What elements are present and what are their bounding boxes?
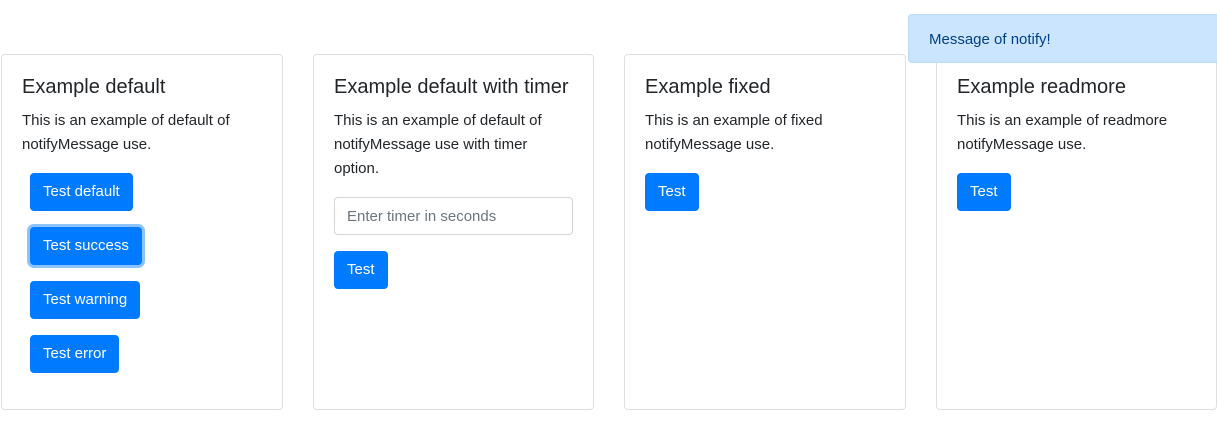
card-title: Example fixed — [645, 76, 771, 98]
test-warning-button[interactable]: Test warning — [30, 281, 141, 319]
notification-message: Message of notify! — [929, 31, 1051, 48]
test-error-button[interactable]: Test error — [30, 335, 120, 373]
card-text: This is an example of default of notifyM… — [334, 112, 542, 177]
test-default-button[interactable]: Test default — [30, 173, 133, 211]
timer-seconds-input[interactable] — [334, 197, 573, 235]
button-group: Test default Test success Test warning T… — [22, 173, 262, 373]
test-readmore-button[interactable]: Test — [957, 173, 1011, 211]
card-text: This is an example of fixed notifyMessag… — [645, 112, 823, 153]
card-title: Example default with timer — [334, 76, 569, 98]
test-timer-button[interactable]: Test — [334, 251, 388, 289]
card-example-readmore: Example readmore This is an example of r… — [936, 54, 1217, 410]
page: Example default This is an example of de… — [0, 0, 1217, 438]
test-fixed-button[interactable]: Test — [645, 173, 699, 211]
test-success-button[interactable]: Test success — [30, 227, 142, 265]
card-text: This is an example of readmore notifyMes… — [957, 112, 1168, 153]
card-example-fixed: Example fixed This is an example of fixe… — [624, 54, 906, 410]
card-example-default: Example default This is an example of de… — [1, 54, 283, 410]
card-text: This is an example of default of notifyM… — [22, 112, 230, 153]
notification-alert[interactable]: Message of notify! — [908, 14, 1217, 63]
card-example-timer: Example default with timer This is an ex… — [313, 54, 594, 410]
card-title: Example default — [22, 76, 166, 98]
card-title: Example readmore — [957, 76, 1126, 98]
